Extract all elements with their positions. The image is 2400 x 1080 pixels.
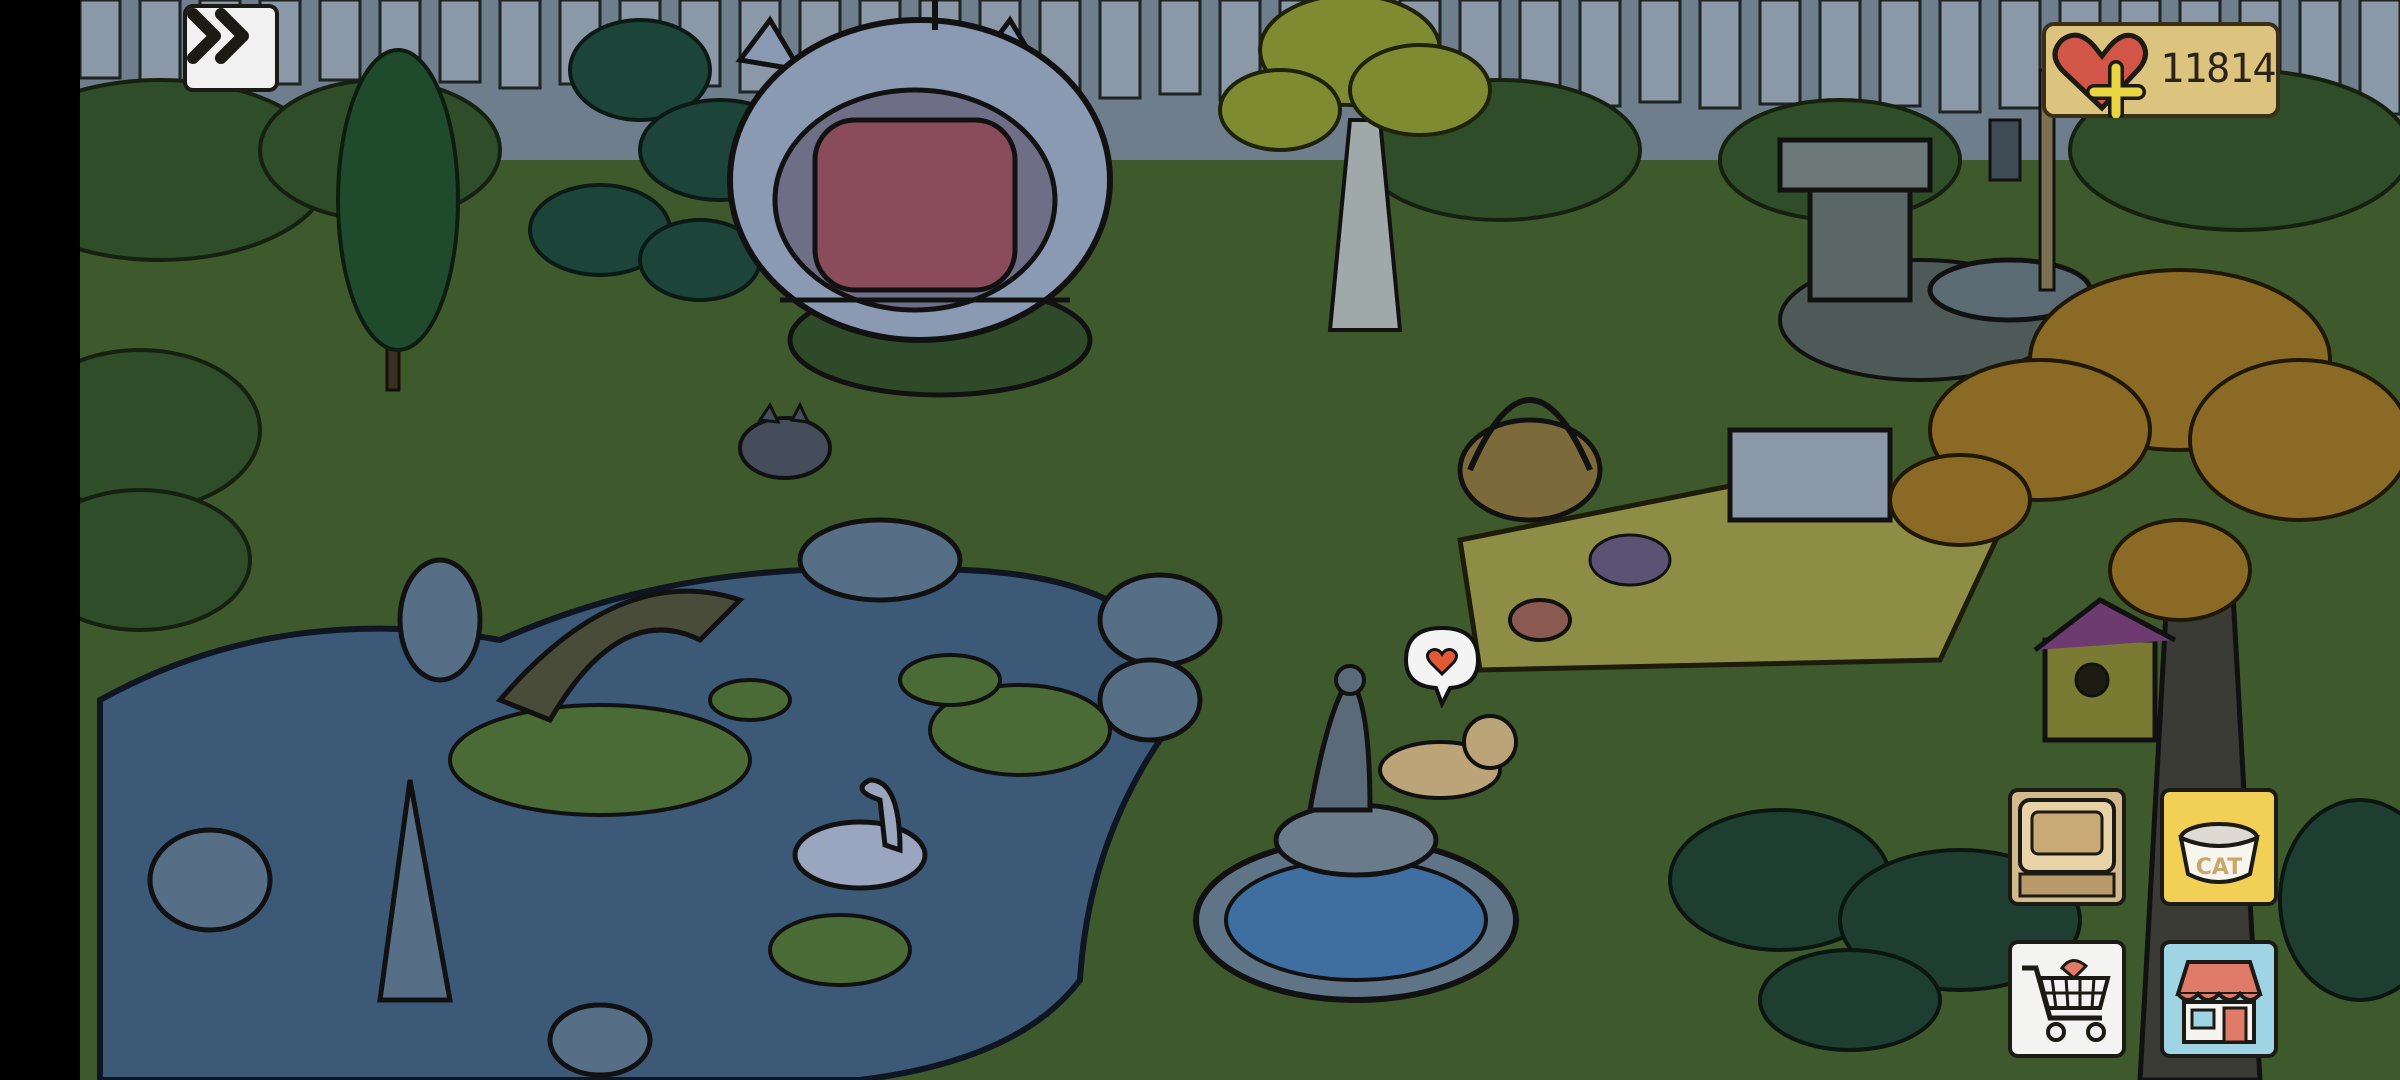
double-chevron-right-icon <box>187 8 249 64</box>
heart-plus-icon <box>2052 32 2148 118</box>
hearts-amount: 11814 <box>2160 46 2276 92</box>
food-bowl-label: CAT <box>2196 855 2242 880</box>
fast-forward-button[interactable] <box>183 4 279 92</box>
yard-scene <box>80 0 2400 1080</box>
house-icon <box>2175 960 2263 1044</box>
shopping-cart-icon <box>2022 959 2111 1042</box>
food-bowl-icon: CAT <box>2178 822 2260 884</box>
goodies-box-icon <box>2018 798 2116 898</box>
hearts-counter[interactable]: 11814 <box>2042 22 2280 118</box>
game-screen: 11814 CAT <box>0 0 2400 1080</box>
food-bowl-button[interactable]: CAT <box>2160 788 2278 906</box>
goodies-button[interactable] <box>2008 788 2126 906</box>
yard-house-button[interactable] <box>2160 940 2278 1058</box>
left-letterbox <box>0 0 80 1080</box>
shop-button[interactable] <box>2008 940 2126 1058</box>
heart-bubble-icon[interactable] <box>1400 624 1484 708</box>
